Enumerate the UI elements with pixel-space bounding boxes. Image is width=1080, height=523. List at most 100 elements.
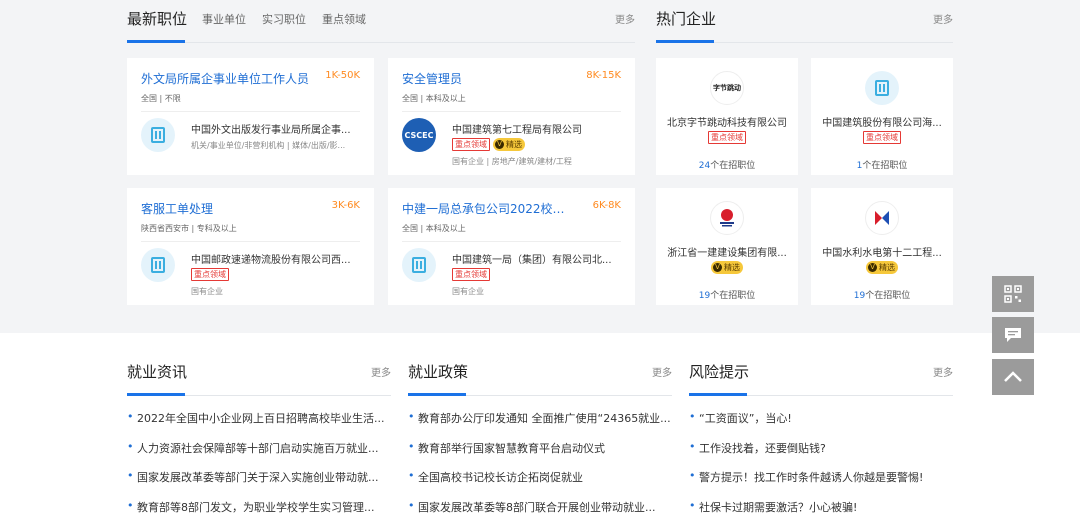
job-count: 19个在招职位 [656, 288, 798, 301]
selected-label: 精选 [506, 140, 522, 149]
job-salary: 6K-8K [592, 200, 621, 211]
tab-internship[interactable]: 实习职位 [262, 11, 306, 27]
company-name[interactable]: 中国建筑第七工程局有限公司 [452, 121, 622, 136]
job-salary: 3K-6K [331, 200, 360, 211]
job-count-number: 19 [853, 291, 866, 301]
company-tags: V 精选 [656, 261, 798, 274]
company-industry: 国有企业 [452, 287, 484, 296]
list-item[interactable]: 教育部举行国家智慧教育平台启动仪式 [408, 440, 672, 470]
company-industry: 机关/事业单位/非营利机构 | 媒体/出版/影... [191, 141, 346, 150]
list-item[interactable]: “工资面议”，当心! [689, 410, 953, 440]
company-card[interactable]: 中国建筑股份有限公司海... 重点领域 1个在招职位 [811, 58, 953, 175]
company-name[interactable]: 中国外文出版发行事业局所属企事... [191, 121, 361, 136]
building-icon [141, 118, 175, 152]
company-name[interactable]: 中国水利水电第十二工程... [817, 244, 947, 259]
job-meta: 全国 | 不限 [141, 94, 181, 103]
news-more-link[interactable]: 更多 [371, 364, 391, 379]
latest-jobs-header: 最新职位 事业单位 实习职位 重点领域 更多 [127, 0, 635, 44]
company-tags: 重点领域 [811, 131, 953, 144]
job-card[interactable]: 中建一局总承包公司2022校园... 6K-8K 全国 | 本科及以上 中国建筑… [388, 188, 635, 305]
job-title[interactable]: 安全管理员 [402, 70, 572, 87]
risk-more-link[interactable]: 更多 [933, 364, 953, 379]
company-name[interactable]: 浙江省一建建设集团有限... [662, 244, 792, 259]
company-name[interactable]: 中国建筑一局（集团）有限公司北... [452, 251, 622, 266]
job-title[interactable]: 中建一局总承包公司2022校园... [402, 200, 572, 217]
zhejiang-yijian-logo-icon [710, 201, 744, 235]
job-card[interactable]: 外文局所属企事业单位工作人员 1K-50K 全国 | 不限 中国外文出版发行事业… [127, 58, 374, 175]
latest-jobs-more-link[interactable]: 更多 [615, 11, 635, 26]
divider [141, 111, 360, 112]
key-field-tag: 重点领域 [452, 268, 490, 281]
divider [127, 42, 635, 43]
job-title[interactable]: 外文局所属企事业单位工作人员 [141, 70, 311, 87]
powerchina-logo-icon [865, 201, 899, 235]
company-logo-mark [720, 209, 734, 227]
qr-code-button[interactable] [992, 276, 1034, 312]
logo-text: 字节跳动 [713, 84, 741, 92]
list-item[interactable]: 警方提示！找工作时条件越诱人你越是要警惕! [689, 469, 953, 499]
list-item[interactable]: 2022年全国中小企业网上百日招聘高校毕业生活... [127, 410, 391, 440]
job-meta: 陕西省西安市 | 专科及以上 [141, 224, 237, 233]
list-item[interactable]: 教育部等8部门发文，为职业学校学生实习管理... [127, 499, 391, 523]
company-card[interactable]: 浙江省一建建设集团有限... V 精选 19个在招职位 [656, 188, 798, 305]
key-field-tag: 重点领域 [708, 131, 746, 144]
bytedance-logo-icon: 字节跳动 [710, 71, 744, 105]
hot-companies-more-link[interactable]: 更多 [933, 11, 953, 26]
job-count-label: 个在招职位 [710, 161, 756, 171]
policy-title: 就业政策 [408, 363, 469, 381]
job-count-label: 个在招职位 [710, 291, 756, 301]
building-icon [402, 248, 436, 282]
job-count-label: 个在招职位 [865, 291, 911, 301]
company-tags: V 精选 [811, 261, 953, 274]
active-underline [408, 393, 466, 396]
company-name[interactable]: 中国邮政速递物流股份有限公司西... [191, 251, 361, 266]
back-to-top-button[interactable] [992, 359, 1034, 395]
active-underline [127, 393, 185, 396]
v-icon: V [495, 140, 504, 149]
job-count-label: 个在招职位 [862, 161, 908, 171]
divider [402, 241, 621, 242]
list-item[interactable]: 全国高校书记校长访企拓岗促就业 [408, 469, 672, 499]
selected-badge: V 精选 [866, 261, 898, 274]
company-name[interactable]: 中国建筑股份有限公司海... [817, 114, 947, 129]
company-card[interactable]: 字节跳动 北京字节跳动科技有限公司 重点领域 24个在招职位 [656, 58, 798, 175]
list-item[interactable]: 国家发展改革委等8部门联合开展创业带动就业... [408, 499, 672, 523]
list-item[interactable]: 人力资源社会保障部等十部门启动实施百万就业... [127, 440, 391, 470]
divider [141, 241, 360, 242]
risk-title: 风险提示 [689, 363, 750, 381]
job-meta: 全国 | 本科及以上 [402, 224, 466, 233]
job-count: 1个在招职位 [811, 158, 953, 171]
policy-more-link[interactable]: 更多 [652, 364, 672, 379]
job-count: 19个在招职位 [811, 288, 953, 301]
job-card[interactable]: 客服工单处理 3K-6K 陕西省西安市 | 专科及以上 中国邮政速递物流股份有限… [127, 188, 374, 305]
top-section: 最新职位 事业单位 实习职位 重点领域 更多 外文局所属企事业单位工作人员 1K… [0, 0, 1080, 333]
v-icon: V [868, 263, 877, 272]
active-underline [656, 40, 714, 43]
job-salary: 8K-15K [586, 70, 621, 81]
cscec-logo-icon: CSCEC [402, 118, 436, 152]
job-tabs: 事业单位 实习职位 重点领域 [202, 11, 366, 27]
company-name[interactable]: 北京字节跳动科技有限公司 [662, 114, 792, 129]
selected-label: 精选 [724, 263, 740, 272]
job-card[interactable]: 安全管理员 8K-15K 全国 | 本科及以上 CSCEC 中国建筑第七工程局有… [388, 58, 635, 175]
chevron-up-icon [1004, 371, 1022, 382]
company-logo-mark [875, 211, 889, 225]
selected-label: 精选 [879, 263, 895, 272]
policy-list: 教育部办公厅印发通知 全面推广使用“24365就业... 教育部举行国家智慧教育… [408, 410, 672, 523]
bottom-section: 就业资讯 更多 2022年全国中小企业网上百日招聘高校毕业生活... 人力资源社… [0, 333, 1080, 523]
key-field-tag: 重点领域 [191, 268, 229, 281]
chat-button[interactable] [992, 317, 1034, 353]
tab-public-institution[interactable]: 事业单位 [202, 11, 246, 27]
job-count-number: 24 [698, 161, 711, 171]
list-item[interactable]: 工作没找着，还要倒贴钱? [689, 440, 953, 470]
selected-badge: V 精选 [493, 138, 525, 151]
tab-key-fields[interactable]: 重点领域 [322, 11, 366, 27]
list-item[interactable]: 社保卡过期需要激活？小心被骗! [689, 499, 953, 523]
job-salary: 1K-50K [325, 70, 360, 81]
list-item[interactable]: 国家发展改革委等部门关于深入实施创业带动就... [127, 469, 391, 499]
job-title[interactable]: 客服工单处理 [141, 200, 311, 217]
list-item[interactable]: 教育部办公厅印发通知 全面推广使用“24365就业... [408, 410, 672, 440]
chat-icon [1005, 328, 1021, 342]
company-tags: 重点领域 V 精选 [452, 138, 525, 151]
company-card[interactable]: 中国水利水电第十二工程... V 精选 19个在招职位 [811, 188, 953, 305]
